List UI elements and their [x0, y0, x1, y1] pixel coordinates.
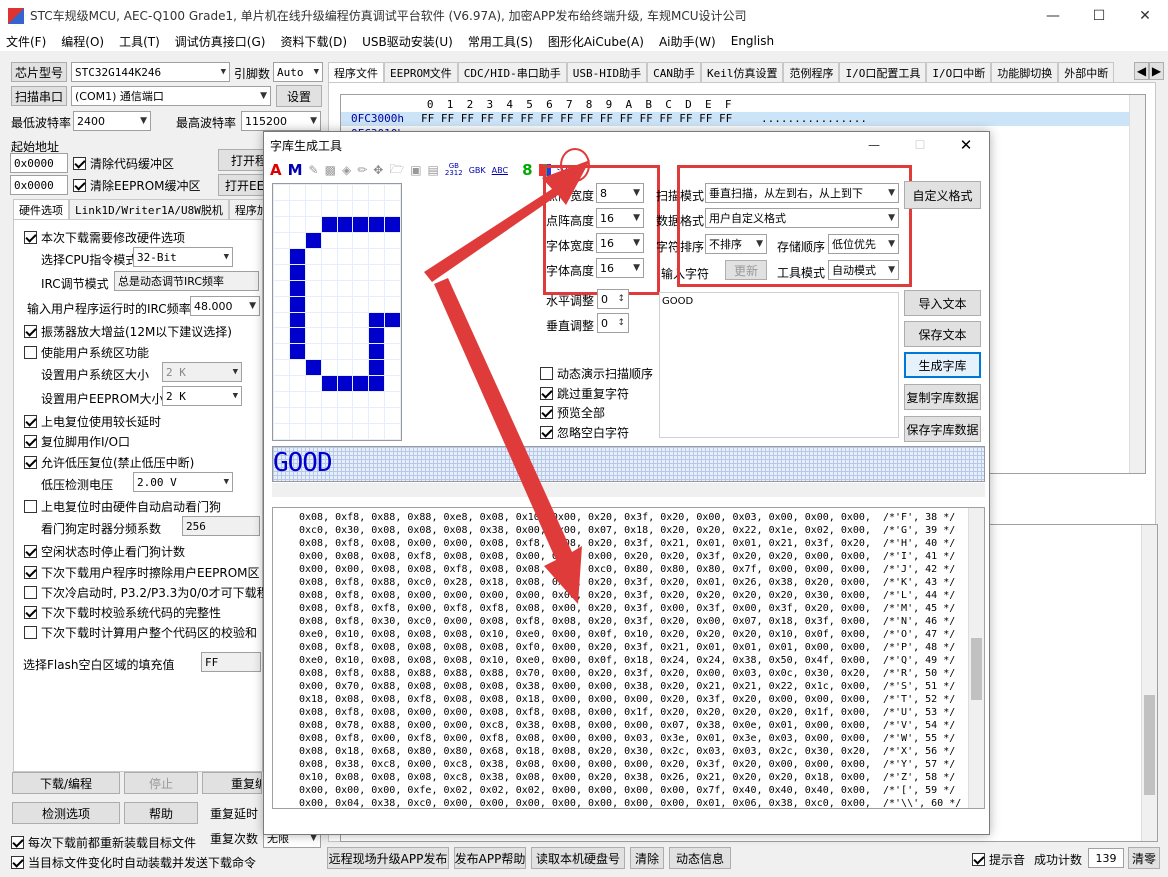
annotation-arrows: [424, 160, 590, 604]
arrow-up-right: [424, 160, 590, 282]
arrow-down: [434, 278, 582, 604]
